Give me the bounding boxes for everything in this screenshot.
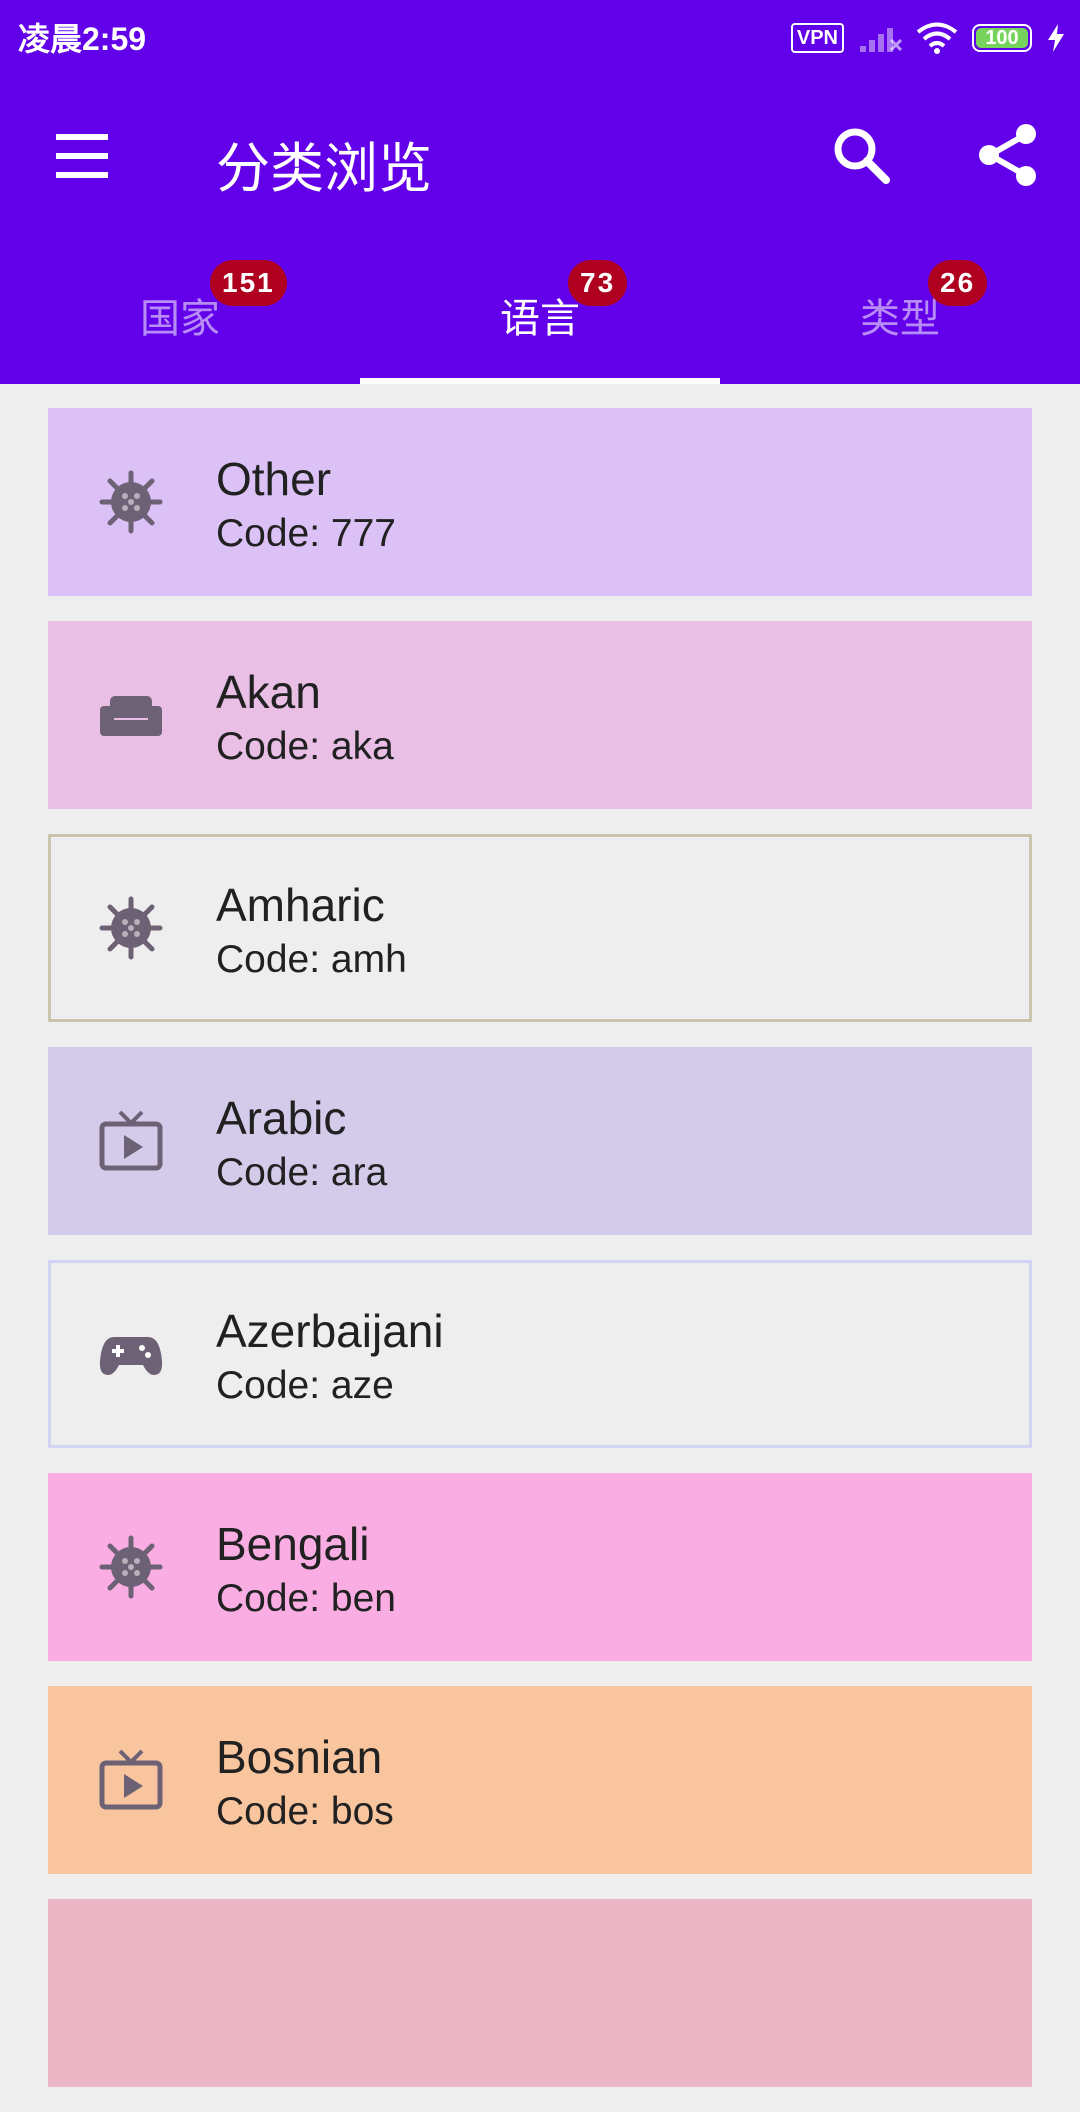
language-card[interactable]: Other Code: 777: [48, 408, 1032, 596]
share-icon: [979, 124, 1036, 186]
language-name: Akan: [216, 666, 321, 718]
language-name: Azerbaijani: [216, 1305, 444, 1357]
virus-icon: [98, 1534, 164, 1600]
language-name: Other: [216, 453, 332, 505]
language-card[interactable]: Bengali Code: ben: [48, 1473, 1032, 1661]
language-code: Code: aka: [216, 725, 394, 768]
count-badge: 151: [210, 260, 287, 306]
search-button[interactable]: [830, 124, 894, 188]
language-card[interactable]: Azerbaijani Code: aze: [48, 1260, 1032, 1448]
tab-bar: 国家 151 语言 73 类型 26: [0, 240, 1080, 384]
tab-label: 语言: [500, 297, 580, 341]
tab-label: 国家: [140, 297, 220, 341]
battery-level: 100: [985, 27, 1019, 49]
tab-indicator: [360, 378, 720, 384]
virus-icon: [98, 895, 164, 961]
page-title: 分类浏览: [216, 139, 432, 199]
language-code: Code: aze: [216, 1364, 394, 1407]
virus-icon: [98, 469, 164, 535]
language-card[interactable]: Akan Code: aka: [48, 621, 1032, 809]
menu-icon: [56, 134, 108, 178]
sofa-icon: [98, 682, 164, 748]
language-code: Code: bos: [216, 1790, 394, 1833]
language-card[interactable]: Arabic Code: ara: [48, 1047, 1032, 1235]
menu-button[interactable]: [52, 130, 112, 182]
tab-country[interactable]: 国家 151: [0, 240, 360, 384]
battery-icon: 100: [972, 24, 1032, 52]
language-code: Code: ara: [216, 1151, 388, 1194]
language-list: Other Code: 777 Akan Code: aka Amharic Code: …: [48, 408, 1032, 2112]
charging-icon: [1048, 24, 1064, 52]
status-bar: 凌晨2:59 VPN 100: [0, 0, 1080, 72]
language-name: Bosnian: [216, 1731, 383, 1783]
tab-label: 类型: [860, 297, 940, 341]
count-badge: 26: [928, 260, 988, 306]
signal-icon: [860, 28, 902, 52]
toolbar: 分类浏览: [0, 72, 1080, 240]
language-name: Bengali: [216, 1518, 370, 1570]
count-badge: 73: [568, 260, 628, 306]
language-card[interactable]: [48, 1899, 1032, 2087]
language-card[interactable]: Bosnian Code: bos: [48, 1686, 1032, 1874]
search-icon: [834, 128, 890, 184]
gamepad-icon: [98, 1321, 164, 1387]
live-tv-icon: [98, 1747, 164, 1813]
language-code: Code: 777: [216, 512, 396, 555]
language-name: Amharic: [216, 879, 385, 931]
language-code: Code: amh: [216, 938, 407, 981]
wifi-icon: [916, 22, 958, 54]
status-icons: VPN 100: [790, 18, 1066, 58]
status-time: 凌晨2:59: [18, 21, 147, 57]
live-tv-icon: [98, 1108, 164, 1174]
app-bar: 凌晨2:59 VPN 100 分类浏览 国家 151 语言 73 类型 26: [0, 0, 1080, 384]
language-code: Code: ben: [216, 1577, 396, 1620]
language-card[interactable]: Amharic Code: amh: [48, 834, 1032, 1022]
tab-genre[interactable]: 类型 26: [720, 240, 1080, 384]
vpn-indicator: VPN: [790, 23, 844, 53]
share-button[interactable]: [975, 122, 1041, 188]
tab-language[interactable]: 语言 73: [360, 240, 720, 384]
language-name: Arabic: [216, 1092, 347, 1144]
